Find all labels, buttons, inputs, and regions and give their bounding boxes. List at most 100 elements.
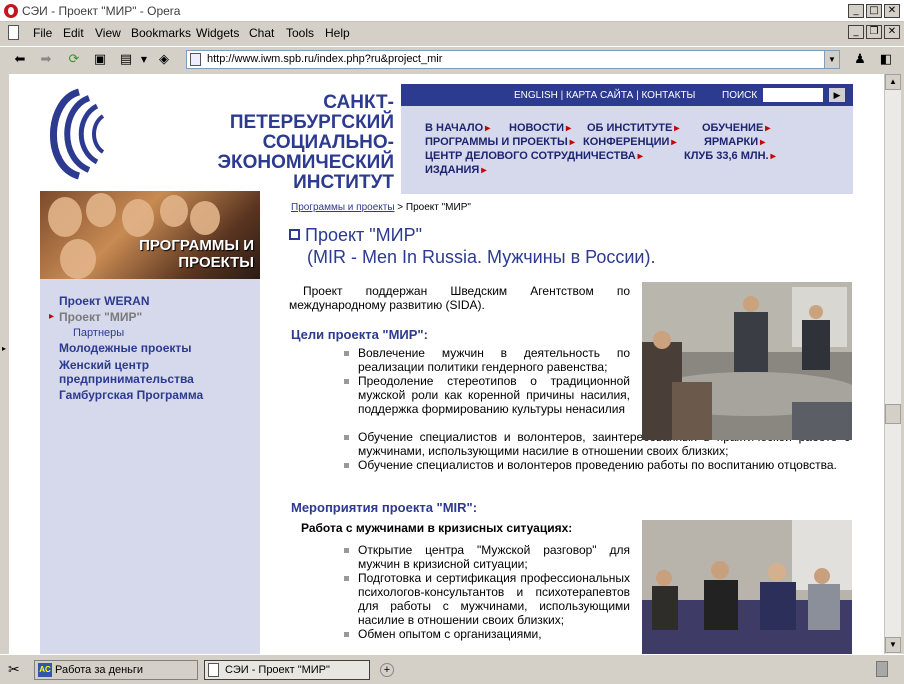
nav-fairs[interactable]: ЯРМАРКИ ▸ bbox=[704, 136, 765, 148]
nav-label: В НАЧАЛО bbox=[425, 122, 484, 134]
scroll-up-icon[interactable]: ▲ bbox=[885, 74, 901, 90]
wand-icon[interactable]: ◈ bbox=[156, 52, 172, 68]
sidebar-item-youth[interactable]: Молодежные проекты bbox=[59, 341, 192, 356]
close-button[interactable]: ✕ bbox=[884, 4, 900, 18]
banner-title: ПРОГРАММЫ И ПРОЕКТЫ bbox=[139, 237, 254, 271]
nav-education[interactable]: ОБУЧЕНИЕ ▸ bbox=[702, 122, 770, 134]
institute-logo[interactable] bbox=[39, 86, 109, 182]
web-viewport: САНКТ-ПЕТЕРБУРГСКИЙ СОЦИАЛЬНО- ЭКОНОМИЧЕ… bbox=[9, 74, 884, 654]
sidebar-item-weran[interactable]: Проект WERAN bbox=[59, 294, 150, 309]
nav-label: КОНФЕРЕНЦИИ bbox=[583, 136, 670, 148]
current-arrow-icon: ▸ bbox=[49, 311, 55, 322]
page-icon bbox=[208, 663, 219, 677]
goals-list: Вовлечение мужчин в деятельность по реал… bbox=[344, 346, 630, 416]
menu-bar: File Edit View Bookmarks Widgets Chat To… bbox=[0, 22, 904, 44]
scroll-down-icon[interactable]: ▼ bbox=[885, 637, 901, 653]
scroll-thumb[interactable] bbox=[885, 404, 901, 424]
nav-publications[interactable]: ИЗДАНИЯ ▸ bbox=[425, 164, 486, 176]
meeting-photo bbox=[642, 282, 852, 440]
vertical-scrollbar[interactable]: ▲ ▼ bbox=[884, 74, 901, 654]
back-icon[interactable]: ⬅ bbox=[12, 52, 28, 68]
search-input[interactable] bbox=[763, 88, 823, 102]
task-label: СЭИ - Проект "МИР" bbox=[225, 664, 330, 676]
menu-edit[interactable]: Edit bbox=[63, 26, 84, 40]
menu-file[interactable]: File bbox=[33, 26, 52, 40]
search-go-button[interactable]: ▶ bbox=[829, 88, 845, 102]
extension-icon[interactable]: ◧ bbox=[878, 52, 894, 68]
nav-label: НОВОСТИ bbox=[509, 122, 565, 134]
chevron-down-icon[interactable]: ▼ bbox=[136, 52, 152, 68]
sidebar-item-hamburg[interactable]: Гамбургская Программа bbox=[59, 388, 203, 403]
menu-chat[interactable]: Chat bbox=[249, 26, 274, 40]
intro-paragraph: Проект поддержан Шведским Агентством по … bbox=[289, 284, 630, 312]
menu-tools[interactable]: Tools bbox=[286, 26, 314, 40]
print-icon[interactable]: ▤ bbox=[118, 52, 134, 68]
trash-icon[interactable] bbox=[876, 661, 888, 677]
opera-icon bbox=[4, 4, 18, 18]
sidebar-item-mir[interactable]: Проект "МИР" bbox=[59, 310, 142, 325]
logo-line: САНКТ-ПЕТЕРБУРГСКИЙ bbox=[229, 92, 394, 133]
taskbar-item-active[interactable]: СЭИ - Проект "МИР" bbox=[204, 660, 370, 680]
list-item: Вовлечение мужчин в деятельность по реал… bbox=[344, 346, 630, 374]
sidebar-item-women-center[interactable]: Женский центр bbox=[59, 358, 149, 373]
search-label: ПОИСК bbox=[722, 90, 758, 101]
panel-edge[interactable]: ▸ bbox=[0, 74, 9, 654]
menu-help[interactable]: Help bbox=[325, 26, 350, 40]
maximize-button[interactable]: □ bbox=[866, 4, 882, 18]
nav-label: ОБУЧЕНИЕ bbox=[702, 122, 764, 134]
list-item: Преодоление стереотипов о традиционной м… bbox=[344, 374, 630, 416]
list-item: Открытие центра "Мужской разговор" для м… bbox=[344, 543, 630, 571]
user-icon[interactable]: ♟ bbox=[852, 52, 868, 68]
top-links-bar: ENGLISH | КАРТА САЙТА | КОНТАКТЫ ПОИСК ▶ bbox=[401, 84, 853, 106]
title-line: Проект "МИР" bbox=[305, 225, 423, 245]
tab-close-button[interactable]: ✕ bbox=[884, 25, 900, 39]
institute-name: САНКТ-ПЕТЕРБУРГСКИЙ СОЦИАЛЬНО- ЭКОНОМИЧЕ… bbox=[174, 93, 394, 193]
goals-heading: Цели проекта "МИР": bbox=[291, 327, 428, 342]
page-icon bbox=[190, 53, 201, 66]
nav-news[interactable]: НОВОСТИ ▸ bbox=[509, 122, 571, 134]
banner-photo-face bbox=[86, 193, 116, 227]
breadcrumb-link[interactable]: Программы и проекты bbox=[291, 202, 395, 213]
menu-bookmarks[interactable]: Bookmarks bbox=[131, 26, 191, 40]
forward-icon[interactable]: ➡ bbox=[38, 52, 54, 68]
seminar-photo bbox=[642, 520, 852, 654]
title-subline: (MIR - Men In Russia. Мужчины в России). bbox=[307, 247, 656, 267]
sidebar-item-entrepreneurship[interactable]: предпринимательства bbox=[59, 372, 194, 387]
taskbar: ✂ AC Работа за деньги СЭИ - Проект "МИР"… bbox=[0, 654, 904, 684]
nav-programs[interactable]: ПРОГРАММЫ И ПРОЕКТЫ ▸ bbox=[425, 136, 575, 148]
panel-toggle-icon[interactable]: ▸ bbox=[2, 344, 6, 353]
nav-label: КЛУБ 33,6 МЛН. bbox=[684, 150, 769, 162]
app-icon: AC bbox=[38, 663, 52, 677]
address-bar[interactable]: http://www.iwm.spb.ru/index.php?ru&proje… bbox=[186, 50, 840, 69]
minimize-button[interactable]: _ bbox=[848, 4, 864, 18]
nav-label: ОБ ИНСТИТУТЕ bbox=[587, 122, 673, 134]
tools-icon[interactable]: ✂ bbox=[8, 662, 20, 678]
list-item: Обмен опытом с организациями, bbox=[344, 627, 630, 641]
camera-icon[interactable]: ▣ bbox=[92, 52, 108, 68]
title-bar: СЭИ - Проект "МИР" - Opera _ □ ✕ bbox=[0, 0, 904, 22]
nav-conferences[interactable]: КОНФЕРЕНЦИИ ▸ bbox=[583, 136, 676, 148]
tab-restore-button[interactable]: ❐ bbox=[866, 25, 882, 39]
tab-minimize-button[interactable]: _ bbox=[848, 25, 864, 39]
nav-about[interactable]: ОБ ИНСТИТУТЕ ▸ bbox=[587, 122, 679, 134]
banner-photo-face bbox=[48, 197, 82, 237]
banner-photo-face bbox=[160, 195, 188, 227]
taskbar-item[interactable]: AC Работа за деньги bbox=[34, 660, 198, 680]
nav-label: ПРОГРАММЫ И ПРОЕКТЫ bbox=[425, 136, 568, 148]
toolbar: ⬅ ➡ ⟳ ▣ ▤ ▼ ◈ http://www.iwm.spb.ru/inde… bbox=[0, 46, 904, 72]
banner-photo-face bbox=[122, 199, 154, 237]
address-dropdown-icon[interactable]: ▼ bbox=[824, 51, 839, 68]
top-links[interactable]: ENGLISH | КАРТА САЙТА | КОНТАКТЫ bbox=[514, 90, 695, 101]
nav-label: ЦЕНТР ДЕЛОВОГО СОТРУДНИЧЕСТВА bbox=[425, 150, 636, 162]
nav-home[interactable]: В НАЧАЛО ▸ bbox=[425, 122, 490, 134]
nav-label: ЯРМАРКИ bbox=[704, 136, 759, 148]
reload-icon[interactable]: ⟳ bbox=[66, 52, 82, 68]
sidebar-item-partners[interactable]: Партнеры bbox=[73, 326, 124, 341]
menu-widgets[interactable]: Widgets bbox=[196, 26, 239, 40]
menu-view[interactable]: View bbox=[95, 26, 121, 40]
new-tab-icon[interactable]: + bbox=[380, 663, 394, 677]
nav-business-center[interactable]: ЦЕНТР ДЕЛОВОГО СОТРУДНИЧЕСТВА ▸ bbox=[425, 150, 643, 162]
address-input[interactable]: http://www.iwm.spb.ru/index.php?ru&proje… bbox=[207, 53, 442, 65]
breadcrumb: Программы и проекты > Проект "МИР" bbox=[291, 202, 471, 213]
nav-club[interactable]: КЛУБ 33,6 МЛН. ▸ bbox=[684, 150, 776, 162]
